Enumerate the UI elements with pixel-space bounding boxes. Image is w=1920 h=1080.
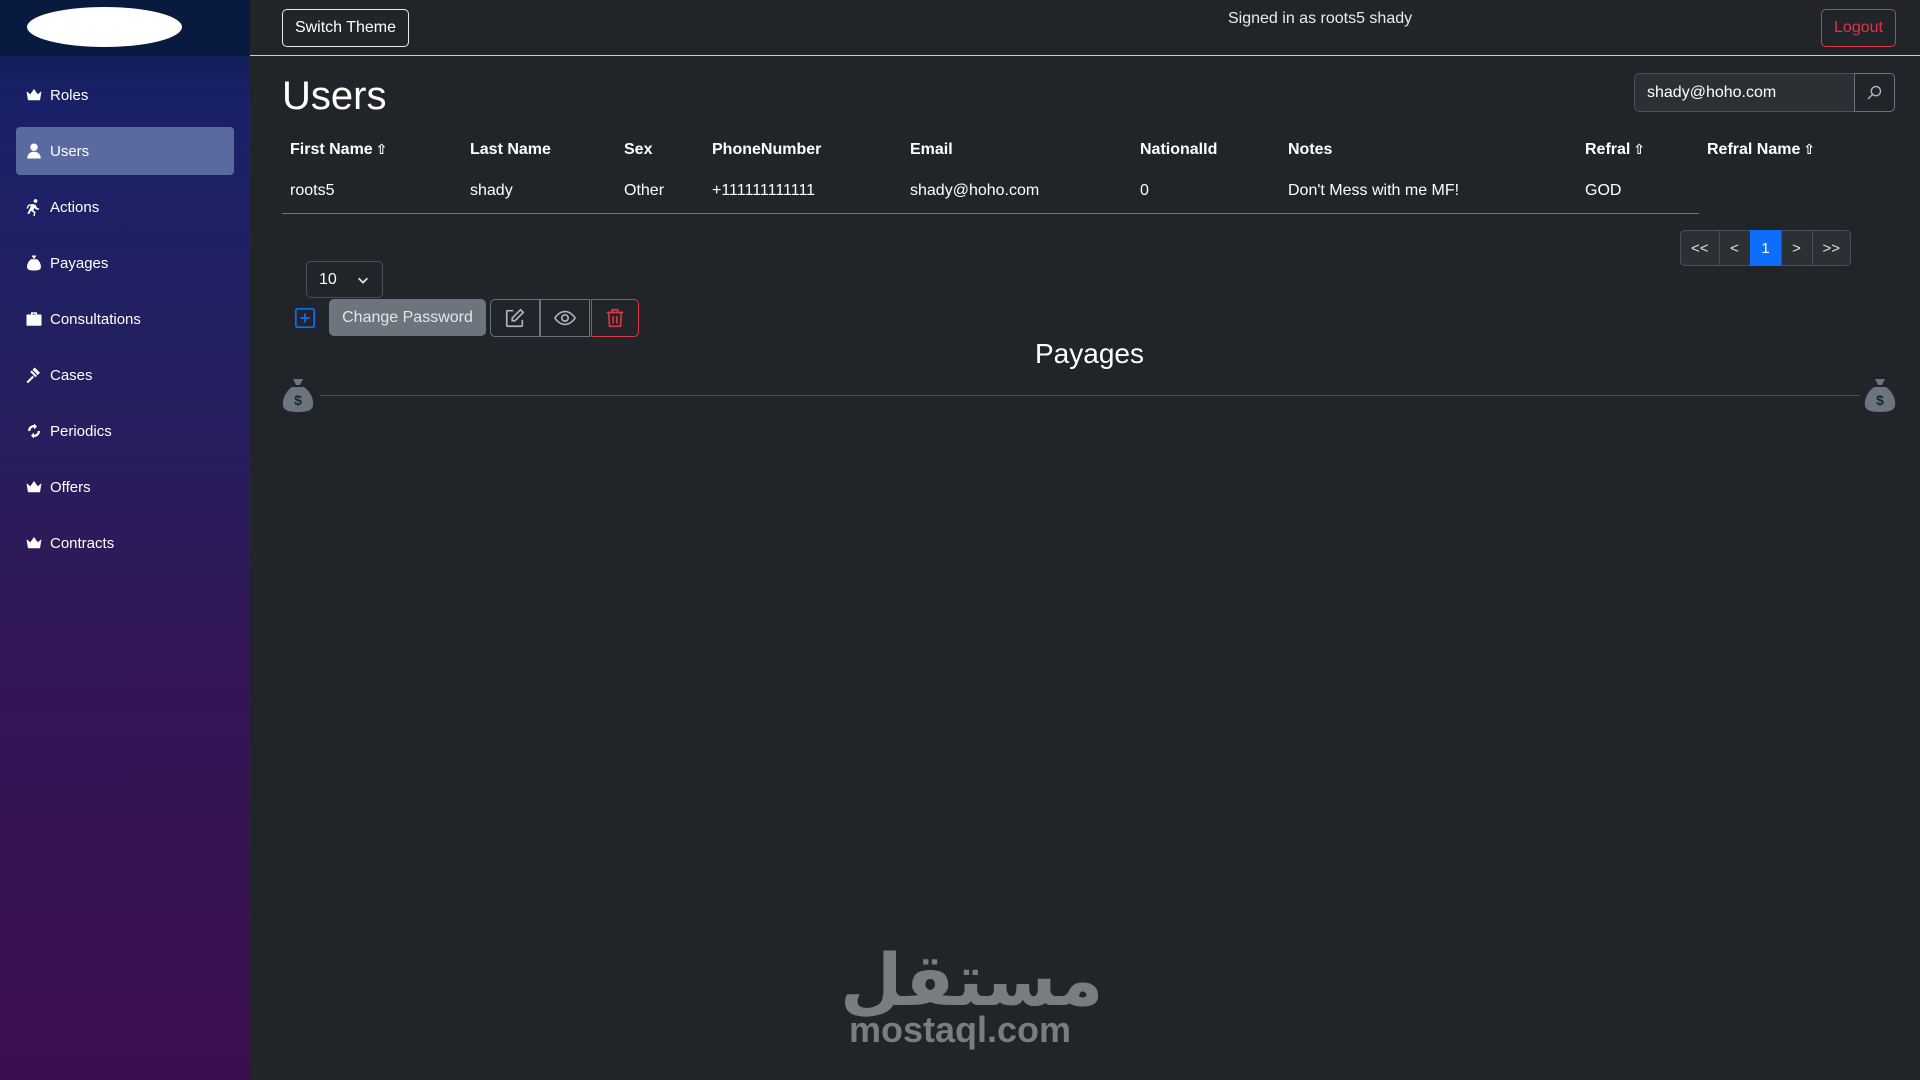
sidebar-item-offers[interactable]: Offers — [16, 463, 234, 511]
search-button[interactable] — [1854, 73, 1895, 112]
sidebar-item-consultations[interactable]: Consultations — [16, 295, 234, 343]
eye-icon — [554, 310, 576, 326]
logo[interactable] — [27, 7, 182, 47]
sidebar-item-label: Periodics — [50, 422, 112, 440]
next-page-button[interactable]: > — [1780, 230, 1813, 266]
cell-notes: Don't Mess with me MF! — [1280, 170, 1577, 214]
sidebar-item-users[interactable]: Users — [16, 127, 234, 175]
sidebar-item-label: Offers — [50, 478, 91, 496]
search-group — [1634, 73, 1895, 112]
sidebar-nav: Roles Users Actions Payages Consultation… — [0, 56, 250, 567]
sort-arrow-icon: ⇧ — [1633, 141, 1646, 157]
sort-arrow-icon: ⇧ — [1803, 141, 1816, 157]
column-header-refral-name[interactable]: Refral Name ⇧ — [1699, 130, 1869, 170]
cell-phone-number: +111111111111 — [704, 170, 902, 214]
svg-text:$: $ — [294, 392, 302, 408]
current-page-button[interactable]: 1 — [1749, 230, 1782, 266]
sidebar-item-label: Roles — [50, 86, 89, 104]
cell-sex: Other — [616, 170, 704, 214]
column-header-refral[interactable]: Refral ⇧ — [1577, 130, 1699, 170]
cell-national-id: 0 — [1132, 170, 1280, 214]
view-button[interactable] — [540, 299, 590, 337]
sidebar-item-payages[interactable]: Payages — [16, 239, 234, 287]
column-header-last-name[interactable]: Last Name — [462, 130, 616, 170]
delete-button[interactable] — [591, 299, 639, 337]
pagination: << < 1 > >> — [1680, 230, 1852, 266]
money-bag-icon: $ — [1863, 377, 1897, 413]
users-table: First Name ⇧ Last Name Sex PhoneNumber Em… — [282, 130, 1869, 214]
sidebar-item-cases[interactable]: Cases — [16, 351, 234, 399]
recycle-icon — [24, 421, 44, 441]
column-header-email[interactable]: Email — [902, 130, 1132, 170]
sidebar-item-roles[interactable]: Roles — [16, 71, 234, 119]
page-title: Users — [282, 74, 387, 118]
sidebar-item-label: Payages — [50, 254, 109, 272]
crown-icon — [24, 85, 44, 105]
sidebar-item-actions[interactable]: Actions — [16, 183, 234, 231]
sidebar-item-contracts[interactable]: Contracts — [16, 519, 234, 567]
edit-icon — [505, 308, 525, 328]
column-header-first-name[interactable]: First Name ⇧ — [282, 130, 462, 170]
sidebar-item-label: Cases — [50, 366, 93, 384]
trash-icon — [606, 308, 624, 328]
last-page-button[interactable]: >> — [1811, 230, 1852, 266]
edit-button[interactable] — [490, 299, 540, 337]
money-bag-icon: $ — [281, 377, 315, 413]
watermark-latin: mostaql.com — [848, 1009, 1072, 1050]
top-bar: Switch Theme Signed in as roots5 shady L… — [250, 0, 1920, 56]
logout-button[interactable]: Logout — [1821, 9, 1896, 47]
table-row[interactable]: roots5 shady Other +111111111111 shady@h… — [282, 170, 1869, 214]
sidebar-item-label: Consultations — [50, 310, 141, 328]
logo-bar — [0, 0, 250, 56]
crown-icon — [24, 533, 44, 553]
page-size-value: 10 — [319, 270, 337, 288]
cell-last-name: shady — [462, 170, 616, 214]
first-page-button[interactable]: << — [1680, 230, 1720, 266]
sidebar-item-periodics[interactable]: Periodics — [16, 407, 234, 455]
search-icon — [1867, 85, 1882, 100]
sidebar-item-label: Actions — [50, 198, 100, 216]
prev-page-button[interactable]: < — [1718, 230, 1751, 266]
sort-arrow-icon: ⇧ — [375, 141, 388, 157]
cell-email: shady@hoho.com — [902, 170, 1132, 214]
money-bag-icon — [24, 253, 44, 273]
briefcase-icon — [24, 309, 44, 329]
svg-text:$: $ — [1876, 392, 1884, 408]
crown-icon — [24, 477, 44, 497]
section-title-payages: Payages — [1035, 338, 1144, 369]
watermark-arabic: مستقل — [840, 938, 1104, 1022]
user-icon — [24, 141, 44, 161]
gavel-icon — [24, 365, 44, 385]
running-icon — [24, 197, 44, 217]
watermark: مستقل mostaql.com — [840, 938, 1104, 1050]
column-header-sex[interactable]: Sex — [616, 130, 704, 170]
cell-refral-name — [1699, 170, 1869, 213]
switch-theme-button[interactable]: Switch Theme — [282, 9, 409, 47]
column-header-notes[interactable]: Notes — [1280, 130, 1577, 170]
sidebar-item-label: Contracts — [50, 534, 115, 552]
change-password-button[interactable]: Change Password — [329, 299, 486, 336]
search-input[interactable] — [1634, 73, 1854, 112]
section-divider — [320, 395, 1860, 396]
add-square-icon[interactable] — [294, 307, 316, 329]
column-header-phone-number[interactable]: PhoneNumber — [704, 130, 902, 170]
chevron-down-icon — [356, 273, 370, 287]
column-header-national-id[interactable]: NationalId — [1132, 130, 1280, 170]
cell-first-name: roots5 — [282, 170, 462, 214]
sidebar-item-label: Users — [50, 142, 90, 160]
cell-refral: GOD — [1577, 170, 1699, 214]
table-header-row: First Name ⇧ Last Name Sex PhoneNumber Em… — [282, 130, 1869, 170]
signed-in-status: Signed in as roots5 shady — [1228, 10, 1413, 27]
page-size-select[interactable]: 10 — [306, 261, 383, 298]
sidebar: Roles Users Actions Payages Consultation… — [0, 0, 250, 1080]
